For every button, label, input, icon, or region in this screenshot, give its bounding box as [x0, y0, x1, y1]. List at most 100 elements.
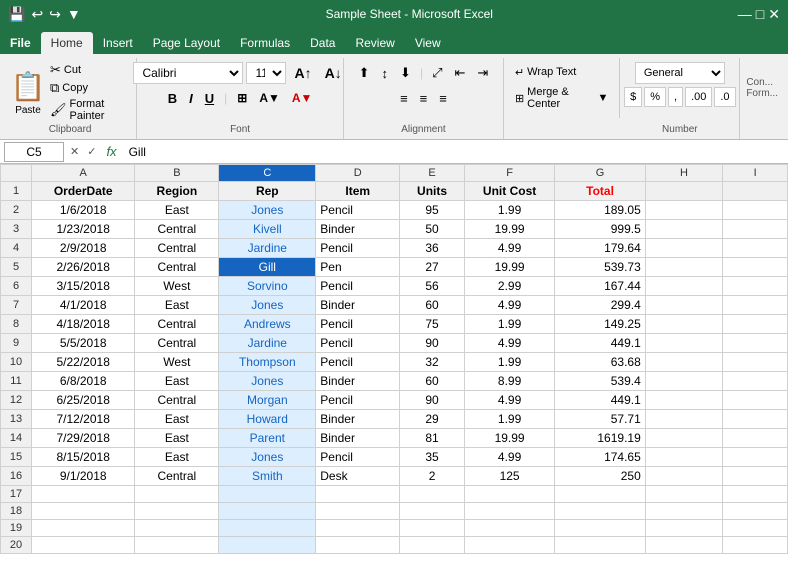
cell-B14[interactable]: East: [135, 429, 219, 448]
cell-E14[interactable]: 81: [400, 429, 465, 448]
cell-E11[interactable]: 60: [400, 372, 465, 391]
cell-D9[interactable]: Pencil: [316, 334, 400, 353]
align-left-button[interactable]: ≡: [395, 87, 413, 109]
cell-A12[interactable]: 6/25/2018: [32, 391, 135, 410]
font-size-select[interactable]: 11: [246, 62, 286, 84]
cell-G20[interactable]: [555, 537, 645, 554]
font-grow-button[interactable]: A↑: [289, 62, 316, 84]
cell-B8[interactable]: Central: [135, 315, 219, 334]
cell-C17[interactable]: [219, 486, 316, 503]
formula-input[interactable]: [125, 144, 784, 160]
col-header-f[interactable]: F: [464, 165, 554, 182]
cell-F3[interactable]: 19.99: [464, 220, 554, 239]
tab-view[interactable]: View: [405, 32, 451, 54]
cell-C9[interactable]: Jardine: [219, 334, 316, 353]
cell-G13[interactable]: 57.71: [555, 410, 645, 429]
cell-D8[interactable]: Pencil: [316, 315, 400, 334]
cell-B3[interactable]: Central: [135, 220, 219, 239]
align-center-button[interactable]: ≡: [415, 87, 433, 109]
cell-G5[interactable]: 539.73: [555, 258, 645, 277]
cell-F6[interactable]: 2.99: [464, 277, 554, 296]
cell-C15[interactable]: Jones: [219, 448, 316, 467]
decimal-dec-button[interactable]: .0: [714, 87, 735, 107]
cell-C18[interactable]: [219, 503, 316, 520]
cell-G16[interactable]: 250: [555, 467, 645, 486]
cell-E4[interactable]: 36: [400, 239, 465, 258]
cell-D15[interactable]: Pencil: [316, 448, 400, 467]
cell-D19[interactable]: [316, 520, 400, 537]
cell-I7[interactable]: [723, 296, 788, 315]
cell-B18[interactable]: [135, 503, 219, 520]
cell-G9[interactable]: 449.1: [555, 334, 645, 353]
cell-H10[interactable]: [645, 353, 723, 372]
cell-B11[interactable]: East: [135, 372, 219, 391]
indent-dec-button[interactable]: ⇤: [449, 62, 470, 84]
cell-C16[interactable]: Smith: [219, 467, 316, 486]
row-header-15[interactable]: 15: [1, 448, 32, 467]
cell-A20[interactable]: [32, 537, 135, 554]
cell-I20[interactable]: [723, 537, 788, 554]
cell-F17[interactable]: [464, 486, 554, 503]
cell-F7[interactable]: 4.99: [464, 296, 554, 315]
tab-data[interactable]: Data: [300, 32, 345, 54]
tab-review[interactable]: Review: [345, 32, 404, 54]
cell-F18[interactable]: [464, 503, 554, 520]
col-header-c[interactable]: C: [219, 165, 316, 182]
window-controls[interactable]: — □ ✕: [738, 6, 780, 23]
cell-A13[interactable]: 7/12/2018: [32, 410, 135, 429]
col-header-a[interactable]: A: [32, 165, 135, 182]
cell-E7[interactable]: 60: [400, 296, 465, 315]
cell-C8[interactable]: Andrews: [219, 315, 316, 334]
row-header-19[interactable]: 19: [1, 520, 32, 537]
cell-E8[interactable]: 75: [400, 315, 465, 334]
cell-E3[interactable]: 50: [400, 220, 465, 239]
cell-G15[interactable]: 174.65: [555, 448, 645, 467]
cell-C11[interactable]: Jones: [219, 372, 316, 391]
cell-D11[interactable]: Binder: [316, 372, 400, 391]
merge-dropdown-icon[interactable]: ▼: [597, 92, 608, 104]
cell-I8[interactable]: [723, 315, 788, 334]
cell-G7[interactable]: 299.4: [555, 296, 645, 315]
col-header-i[interactable]: I: [723, 165, 788, 182]
cell-E13[interactable]: 29: [400, 410, 465, 429]
cell-A11[interactable]: 6/8/2018: [32, 372, 135, 391]
cell-B13[interactable]: East: [135, 410, 219, 429]
cell-B19[interactable]: [135, 520, 219, 537]
cell-H16[interactable]: [645, 467, 723, 486]
cut-button[interactable]: ✂ Cut: [50, 62, 130, 78]
paste-button[interactable]: 📋 Paste: [10, 69, 46, 116]
cell-A5[interactable]: 2/26/2018: [32, 258, 135, 277]
percent-button[interactable]: %: [644, 87, 666, 107]
cell-B15[interactable]: East: [135, 448, 219, 467]
cell-H11[interactable]: [645, 372, 723, 391]
row-header-18[interactable]: 18: [1, 503, 32, 520]
cell-A2[interactable]: 1/6/2018: [32, 201, 135, 220]
cell-A19[interactable]: [32, 520, 135, 537]
cell-H3[interactable]: [645, 220, 723, 239]
cell-G1[interactable]: Total: [555, 182, 645, 201]
cell-H13[interactable]: [645, 410, 723, 429]
cell-I12[interactable]: [723, 391, 788, 410]
cell-B10[interactable]: West: [135, 353, 219, 372]
cell-E18[interactable]: [400, 503, 465, 520]
cell-G14[interactable]: 1619.19: [555, 429, 645, 448]
cell-B6[interactable]: West: [135, 277, 219, 296]
row-header-5[interactable]: 5: [1, 258, 32, 277]
indent-inc-button[interactable]: ⇥: [472, 62, 493, 84]
tab-file[interactable]: File: [0, 32, 41, 54]
cell-F15[interactable]: 4.99: [464, 448, 554, 467]
cell-F16[interactable]: 125: [464, 467, 554, 486]
cell-E15[interactable]: 35: [400, 448, 465, 467]
row-header-17[interactable]: 17: [1, 486, 32, 503]
cell-F11[interactable]: 8.99: [464, 372, 554, 391]
cell-A7[interactable]: 4/1/2018: [32, 296, 135, 315]
cell-H4[interactable]: [645, 239, 723, 258]
row-header-12[interactable]: 12: [1, 391, 32, 410]
border-button[interactable]: ⊞: [232, 87, 252, 109]
cell-F19[interactable]: [464, 520, 554, 537]
cell-I18[interactable]: [723, 503, 788, 520]
cell-G17[interactable]: [555, 486, 645, 503]
cell-D7[interactable]: Binder: [316, 296, 400, 315]
cell-reference-input[interactable]: [4, 142, 64, 162]
cell-F10[interactable]: 1.99: [464, 353, 554, 372]
